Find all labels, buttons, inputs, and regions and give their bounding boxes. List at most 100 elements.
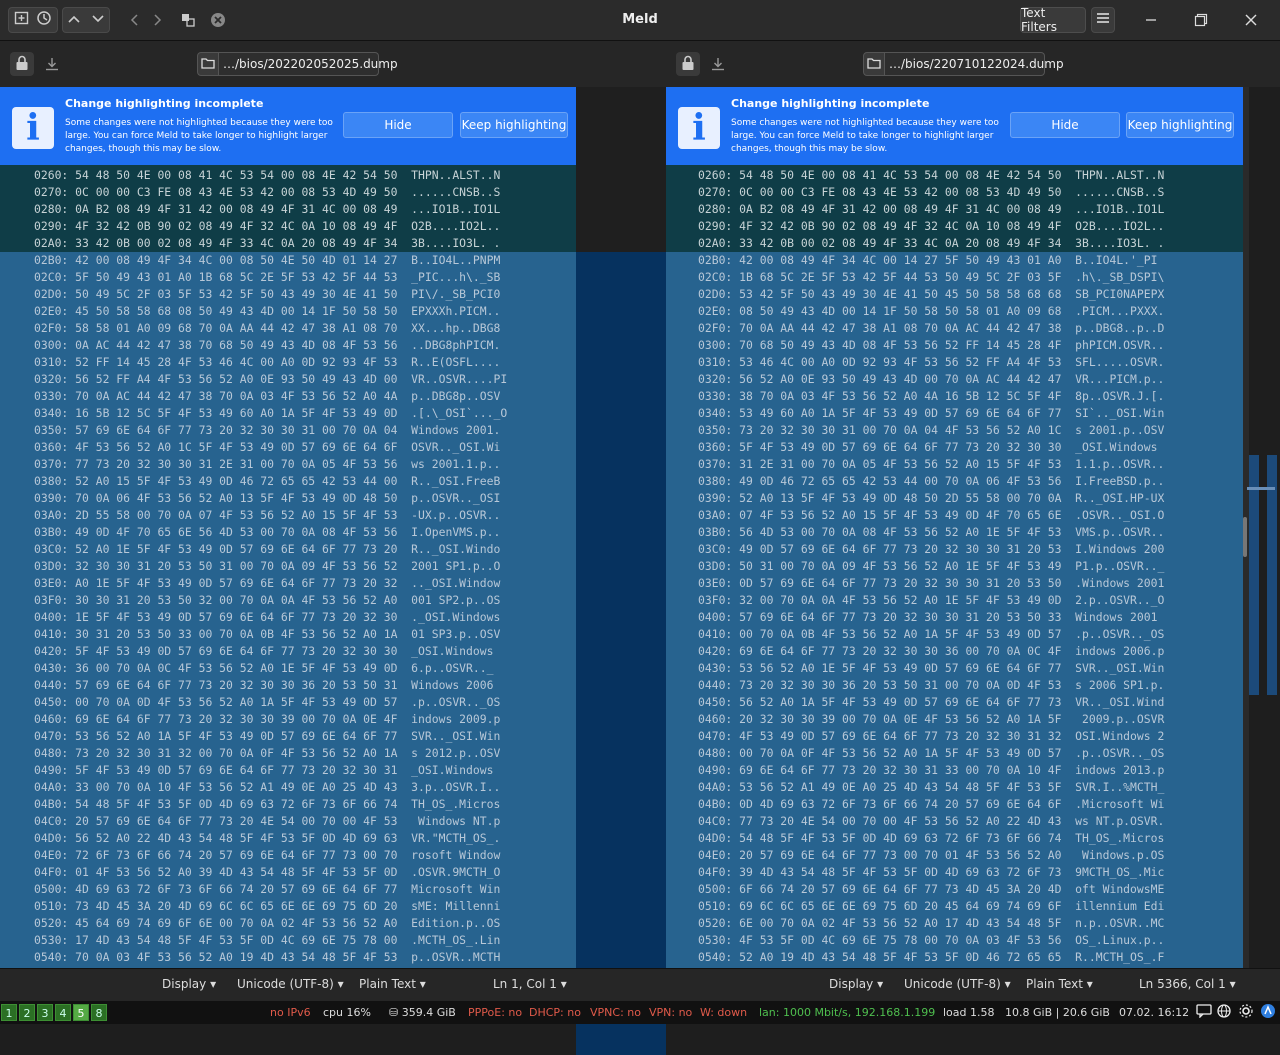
minimize-icon[interactable]: [1140, 7, 1162, 33]
hex-line: 04E0: 20 57 69 6E 64 6F 77 73 00 70 01 4…: [698, 848, 1165, 862]
lock-icon: [15, 55, 29, 74]
right-hex-pane[interactable]: 0260: 54 48 50 4E 00 08 41 4C 53 54 00 0…: [666, 165, 1243, 968]
left-encoding-dropdown[interactable]: Unicode (UTF-8) ▾: [237, 977, 344, 991]
disk-icon: ⛁: [389, 1006, 402, 1019]
workspace-8[interactable]: 8: [91, 1004, 107, 1021]
workspace-3[interactable]: 3: [37, 1004, 53, 1021]
overview-viewport-marker[interactable]: [1247, 487, 1275, 490]
maximize-icon[interactable]: [1190, 7, 1212, 33]
diff-map-scrollbar[interactable]: [1243, 87, 1280, 968]
hex-line: 0380: 52 A0 15 5F 4F 53 49 0D 46 72 65 6…: [34, 474, 501, 488]
left-hex-pane[interactable]: 0260: 54 48 50 4E 00 08 41 4C 53 54 00 0…: [0, 165, 576, 968]
hex-line: 0370: 31 2E 31 00 70 0A 05 4F 53 56 52 A…: [698, 457, 1165, 471]
network-tray-icon[interactable]: [1216, 1004, 1232, 1021]
app-tray-icon[interactable]: [1260, 1003, 1276, 1022]
hex-line: 0540: 70 0A 03 4F 53 56 52 A0 19 4D 43 5…: [34, 950, 501, 964]
dropdown-arrow-icon: ▾: [1229, 977, 1236, 991]
hex-line: 04B0: 54 48 5F 4F 53 5F 0D 4D 69 63 72 6…: [34, 797, 501, 811]
hex-line: 02F0: 70 0A AA 44 42 47 38 A1 08 70 0A A…: [698, 321, 1165, 335]
hex-line: 0350: 57 69 6E 64 6F 77 73 20 32 30 30 3…: [34, 423, 501, 437]
hex-line: 02E0: 45 50 58 58 68 08 50 49 43 4D 00 1…: [34, 304, 501, 318]
chat-tray-icon[interactable]: [1196, 1004, 1212, 1021]
hex-line: 0450: 00 70 0A 0D 4F 53 56 52 A0 1A 5F 4…: [34, 695, 501, 709]
settings-tray-icon[interactable]: [1238, 1004, 1254, 1021]
hex-line: 0260: 54 48 50 4E 00 08 41 4C 53 54 00 0…: [34, 168, 501, 182]
next-change-icon[interactable]: [91, 12, 105, 28]
wlan-status: W: down: [700, 1006, 748, 1019]
hex-line: 0440: 57 69 6E 64 6F 77 73 20 32 30 30 3…: [34, 678, 501, 692]
right-open-file-button[interactable]: [863, 52, 885, 76]
right-lock-button[interactable]: [676, 52, 700, 76]
dropdown-arrow-icon: ▾: [1004, 977, 1011, 991]
hex-line: 03C0: 52 A0 1E 5F 4F 53 49 0D 57 69 6E 6…: [34, 542, 501, 556]
hex-line: 0510: 69 6C 6C 65 6E 6E 69 75 6D 20 45 6…: [698, 899, 1165, 913]
hide-button[interactable]: Hide: [343, 112, 453, 138]
previous-change-icon[interactable]: [67, 12, 81, 28]
new-comparison-button[interactable]: [8, 7, 58, 33]
right-display-dropdown[interactable]: Display ▾: [829, 977, 883, 991]
hex-line: 02A0: 33 42 0B 00 02 08 49 4F 33 4C 0A 2…: [698, 236, 1165, 250]
left-syntax-dropdown[interactable]: Plain Text ▾: [359, 977, 426, 991]
left-lines: 0260: 54 48 50 4E 00 08 41 4C 53 54 00 0…: [0, 167, 576, 966]
display-label: Display: [162, 977, 207, 991]
left-lock-button[interactable]: [10, 52, 34, 76]
lock-icon: [681, 55, 695, 74]
workspace-1[interactable]: 1: [1, 1004, 17, 1021]
hex-line: 0290: 4F 32 42 0B 90 02 08 49 4F 32 4C 0…: [34, 219, 501, 233]
hex-line: 0410: 30 31 20 53 50 33 00 70 0A 0B 4F 5…: [34, 627, 501, 641]
hex-line: 04D0: 56 52 A0 22 4D 43 54 48 5F 4F 53 5…: [34, 831, 501, 845]
scroll-thumb[interactable]: [1243, 517, 1247, 557]
keep-highlighting-button[interactable]: Keep highlighting: [460, 112, 568, 138]
right-file-path[interactable]: …/bios/220710122024.dump: [885, 52, 1064, 76]
overview-change-left: [1249, 455, 1259, 695]
left-open-file-button[interactable]: [197, 52, 219, 76]
right-lines: 0260: 54 48 50 4E 00 08 41 4C 53 54 00 0…: [666, 167, 1243, 966]
workspace-4[interactable]: 4: [55, 1004, 71, 1021]
menu-button[interactable]: [1091, 7, 1115, 33]
syntax-label: Plain Text: [359, 977, 416, 991]
hex-line: 0340: 53 49 60 A0 1A 5F 4F 53 49 0D 57 6…: [698, 406, 1165, 420]
right-save-icon[interactable]: [706, 52, 730, 76]
dropdown-arrow-icon: ▾: [210, 977, 217, 991]
hex-line: 0330: 70 0A AC 44 42 47 38 70 0A 03 4F 5…: [34, 389, 501, 403]
keep-highlighting-button[interactable]: Keep highlighting: [1126, 112, 1234, 138]
hex-line: 0440: 73 20 32 30 30 36 20 53 50 31 00 7…: [698, 678, 1165, 692]
hex-line: 0350: 73 20 32 30 30 31 00 70 0A 04 4F 5…: [698, 423, 1165, 437]
change-nav-buttons: [62, 7, 110, 33]
merge-icon[interactable]: [178, 7, 198, 33]
previous-conflict-icon[interactable]: [124, 7, 144, 33]
text-filters-button[interactable]: Text Filters: [1020, 6, 1086, 34]
workspace-2[interactable]: 2: [19, 1004, 35, 1021]
hex-line: 0390: 70 0A 06 4F 53 56 52 A0 13 5F 4F 5…: [34, 491, 501, 505]
file-header-row: [0, 41, 1280, 87]
hex-line: 03E0: 0D 57 69 6E 64 6F 77 73 20 32 30 3…: [698, 576, 1165, 590]
hex-line: 03A0: 2D 55 58 00 70 0A 07 4F 53 56 52 A…: [34, 508, 501, 522]
hide-button[interactable]: Hide: [1010, 112, 1120, 138]
folder-icon: [201, 57, 215, 72]
hex-line: 0320: 56 52 FF A4 4F 53 56 52 A0 0E 93 5…: [34, 372, 508, 386]
hex-line: 0480: 73 20 32 30 31 32 00 70 0A 0F 4F 5…: [34, 746, 501, 760]
hex-line: 0320: 56 52 A0 0E 93 50 49 43 4D 00 70 0…: [698, 372, 1165, 386]
right-syntax-dropdown[interactable]: Plain Text ▾: [1026, 977, 1093, 991]
close-icon[interactable]: [1240, 7, 1262, 33]
workspace-5[interactable]: 5: [73, 1004, 89, 1021]
hex-line: 0430: 53 56 52 A0 1E 5F 4F 53 49 0D 57 6…: [698, 661, 1165, 675]
hex-line: 0490: 5F 4F 53 49 0D 57 69 6E 64 6F 77 7…: [34, 763, 501, 777]
hex-line: 04C0: 77 73 20 4E 54 00 70 00 4F 53 56 5…: [698, 814, 1165, 828]
dropdown-arrow-icon: ▾: [877, 977, 884, 991]
hex-line: 0360: 5F 4F 53 49 0D 57 69 6E 64 6F 77 7…: [698, 440, 1165, 454]
disk-value: 359.4 GiB: [401, 1006, 456, 1019]
next-conflict-icon[interactable]: [148, 7, 168, 33]
left-save-icon[interactable]: [40, 52, 64, 76]
hex-line: 0520: 6E 00 70 0A 02 4F 53 56 52 A0 17 4…: [698, 916, 1165, 930]
window-title: Meld: [622, 12, 658, 27]
left-display-dropdown[interactable]: Display ▾: [162, 977, 216, 991]
left-position-dropdown[interactable]: Ln 1, Col 1 ▾: [493, 977, 567, 991]
info-title: Change highlighting incomplete: [731, 97, 930, 110]
right-encoding-dropdown[interactable]: Unicode (UTF-8) ▾: [904, 977, 1011, 991]
right-position-dropdown[interactable]: Ln 5366, Col 1 ▾: [1139, 977, 1236, 991]
stop-icon[interactable]: [208, 7, 228, 33]
left-file-path[interactable]: …/bios/202202052025.dump: [219, 52, 398, 76]
hex-line: 0370: 77 73 20 32 30 30 31 2E 31 00 70 0…: [34, 457, 501, 471]
recent-icon: [36, 10, 52, 30]
